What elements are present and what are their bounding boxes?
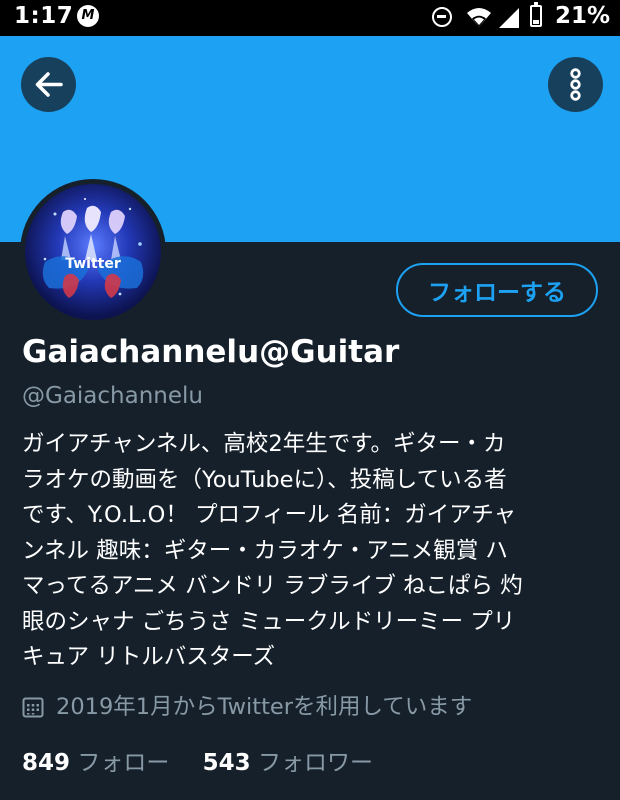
avatar-text: Twitter [65,256,121,272]
following-label: フォロー [77,750,170,776]
joined-date: 2019年1月からTwitterを利用しています [56,694,473,720]
battery-icon [530,2,542,27]
bio-line: キュア リトルバスターズ [22,644,276,670]
arrow-left-icon [35,72,63,97]
followers-stat[interactable]: 543 フォロワー [203,746,373,780]
status-bar: 1:17 M 21% [0,0,620,36]
profile-bio: ガイアチャンネル、高校2年生です。ギター・カ ラオケの動画を（YouTubeに）… [22,427,607,676]
profile-display-name: Gaiachannelu@Guitar [22,334,400,370]
avatar-image: Twitter [25,184,161,320]
battery-percentage: 21% [554,3,610,29]
bio-line: ラオケの動画を（YouTubeに）、投稿している者 [22,466,507,493]
more-options-button[interactable] [548,57,603,112]
bio-line: ンネル 趣味：ギター・カラオケ・アニメ観賞 ハ [22,537,508,564]
wifi-icon [467,8,491,27]
status-time: 1:17 [14,3,74,29]
app-notification-icon: M [77,5,99,27]
calendar-icon [22,697,44,718]
more-vertical-icon [570,68,581,101]
back-button[interactable] [21,57,76,112]
bio-line: です、Y.O.L.O！ プロフィール 名前：ガイアチャ [22,502,517,528]
following-count: 849 [22,750,71,776]
follow-button[interactable]: フォローする [396,263,598,317]
do-not-disturb-icon [432,7,452,27]
bio-line: ガイアチャンネル、高校2年生です。ギター・カ [22,431,506,457]
follow-stats: 849 フォロー 543 フォロワー [22,746,373,780]
cell-signal-icon [499,8,519,28]
profile-handle: @Gaiachannelu [22,383,203,409]
avatar-artwork: Twitter [42,198,144,298]
bio-line: マってるアニメ バンドリ ラブライブ ねこぱら 灼 [22,573,523,599]
followers-count: 543 [202,750,251,776]
bio-line: 眼のシャナ ごちうさ ミュークルドリーミー プリ [22,608,516,635]
profile-avatar[interactable]: Twitter [20,179,166,325]
following-stat[interactable]: 849 フォロー [22,746,169,780]
followers-label: フォロワー [257,750,373,776]
